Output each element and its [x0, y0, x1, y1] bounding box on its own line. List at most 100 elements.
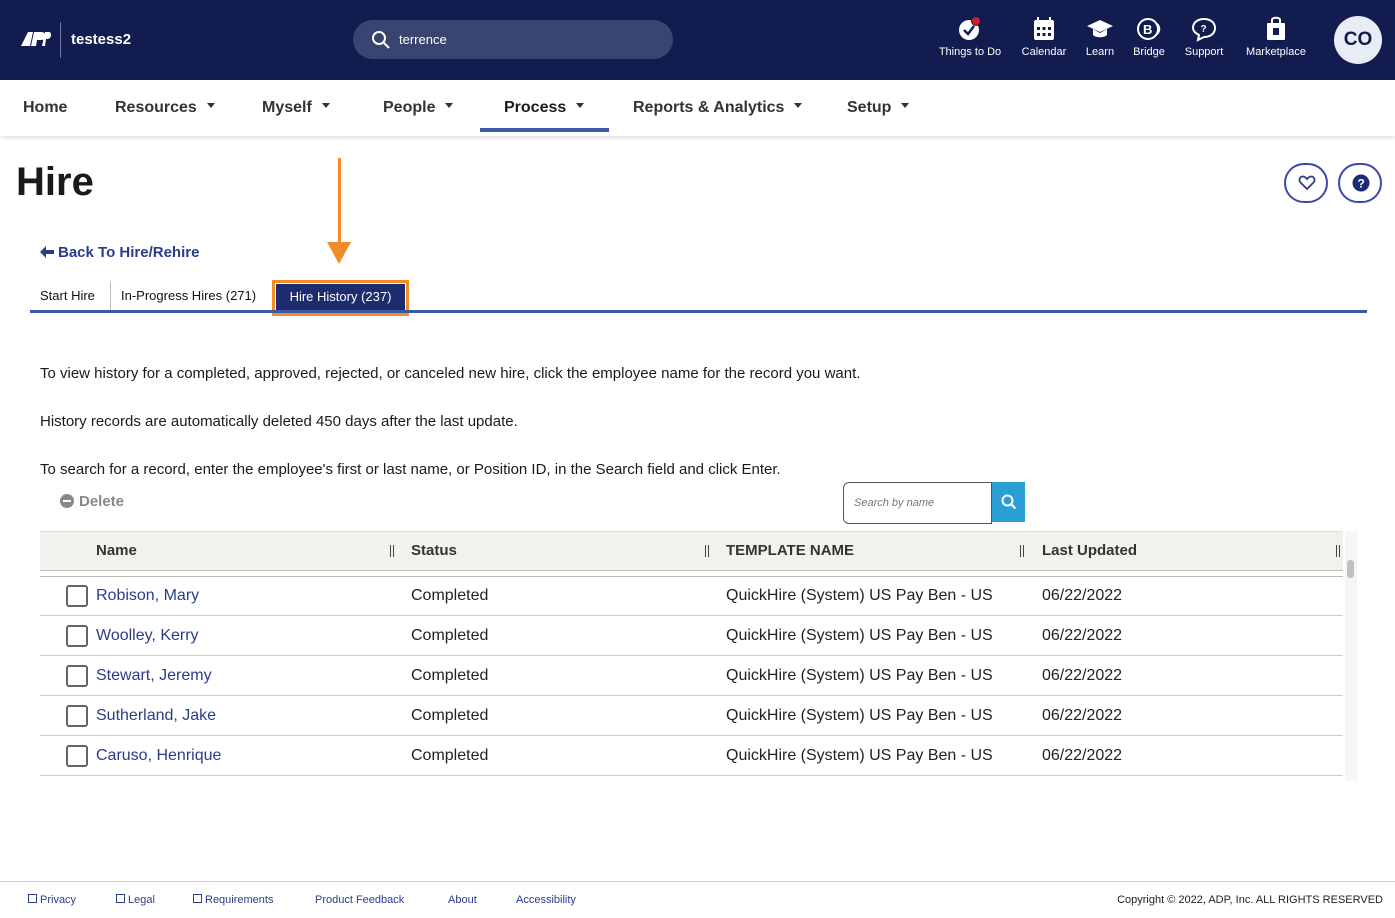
caret-down-icon	[321, 103, 330, 109]
things-to-do-button[interactable]: Things to Do	[934, 16, 1006, 66]
last-updated-cell: 06/22/2022	[1042, 587, 1123, 604]
column-resizer[interactable]	[1020, 545, 1024, 557]
employee-name-link[interactable]: Woolley, Kerry	[96, 616, 199, 656]
svg-text:?: ?	[1201, 24, 1207, 35]
nav-reports-analytics[interactable]: Reports & Analytics	[633, 80, 803, 136]
instruction-text: To view history for a completed, approve…	[40, 365, 861, 382]
tab-hire-history[interactable]: Hire History (237)	[276, 284, 405, 312]
nav-label: Reports & Analytics	[633, 99, 785, 116]
last-updated-cell: 06/22/2022	[1042, 707, 1123, 724]
caret-down-icon	[445, 103, 454, 109]
table-header: Name Status TEMPLATE NAME Last Updated	[40, 531, 1343, 571]
learn-button[interactable]: Learn	[1082, 16, 1118, 66]
status-cell: Completed	[411, 627, 489, 644]
nav-icon-label: Marketplace	[1246, 46, 1306, 58]
calendar-button[interactable]: Calendar	[1018, 16, 1070, 66]
column-header-name[interactable]: Name	[96, 532, 137, 572]
column-resizer[interactable]	[705, 545, 709, 557]
help-button[interactable]: ?	[1338, 163, 1382, 203]
row-checkbox[interactable]	[66, 745, 88, 767]
tab-start-hire[interactable]: Start Hire	[30, 282, 111, 312]
column-header-last-updated[interactable]: Last Updated	[1042, 532, 1137, 572]
caret-down-icon	[794, 103, 803, 109]
footer-link-legal[interactable]: Legal	[116, 894, 155, 906]
retention-text: History records are automatically delete…	[40, 413, 518, 430]
table-scrollbar[interactable]	[1345, 531, 1357, 781]
row-checkbox[interactable]	[66, 705, 88, 727]
user-avatar[interactable]: CO	[1334, 16, 1382, 64]
heart-icon	[1298, 175, 1316, 191]
footer-link-label: Legal	[128, 894, 155, 906]
row-checkbox[interactable]	[66, 625, 88, 647]
nav-home[interactable]: Home	[23, 80, 67, 136]
search-icon	[1001, 494, 1017, 510]
copyright-text: Copyright © 2022, ADP, Inc. ALL RIGHTS R…	[1117, 894, 1383, 906]
nav-myself[interactable]: Myself	[262, 80, 330, 136]
tab-in-progress-hires[interactable]: In-Progress Hires (271)	[121, 282, 271, 312]
nav-label: Process	[504, 99, 567, 116]
footer-link-product-feedback[interactable]: Product Feedback	[315, 894, 404, 906]
table-row: Sutherland, Jake Completed QuickHire (Sy…	[40, 696, 1343, 736]
template-cell: QuickHire (System) US Pay Ben - US	[726, 587, 993, 604]
calendar-icon	[1034, 17, 1054, 40]
column-header-status[interactable]: Status	[411, 532, 457, 572]
nav-label: People	[383, 99, 436, 116]
svg-text:B: B	[1143, 22, 1152, 37]
last-updated-cell: 06/22/2022	[1042, 667, 1123, 684]
global-search-input[interactable]	[399, 26, 659, 53]
back-to-hire-link[interactable]: Back To Hire/Rehire	[40, 244, 199, 261]
tab-label: Start Hire	[40, 288, 95, 303]
employee-name-link[interactable]: Stewart, Jeremy	[96, 656, 212, 696]
search-instruction-text: To search for a record, enter the employ…	[40, 461, 781, 478]
row-checkbox[interactable]	[66, 665, 88, 687]
support-button[interactable]: ? Support	[1180, 16, 1228, 66]
nav-resources[interactable]: Resources	[115, 80, 215, 136]
employee-name-link[interactable]: Caruso, Henrique	[96, 736, 221, 776]
employee-name-link[interactable]: Robison, Mary	[96, 576, 199, 616]
company-name: testess2	[60, 22, 131, 58]
caret-down-icon	[901, 103, 910, 109]
scrollbar-thumb[interactable]	[1347, 560, 1354, 578]
checklist-icon	[959, 16, 981, 40]
search-by-name-input[interactable]	[843, 482, 992, 524]
favorite-button[interactable]	[1284, 163, 1328, 203]
bridge-icon: B	[1137, 18, 1161, 40]
footer-link-about[interactable]: About	[448, 894, 477, 906]
nav-people[interactable]: People	[383, 80, 454, 136]
row-checkbox[interactable]	[66, 585, 88, 607]
search-submit-button[interactable]	[992, 482, 1025, 522]
tab-label: In-Progress Hires (271)	[121, 288, 257, 303]
delete-button[interactable]: Delete	[60, 492, 124, 510]
arrow-left-icon	[40, 246, 54, 258]
table-row: Robison, Mary Completed QuickHire (Syste…	[40, 576, 1343, 616]
column-resizer[interactable]	[1336, 545, 1340, 557]
column-header-template-name[interactable]: TEMPLATE NAME	[726, 532, 854, 572]
tabs-underline	[30, 310, 1367, 313]
nav-icon-label: Support	[1184, 46, 1224, 58]
table-row: Stewart, Jeremy Completed QuickHire (Sys…	[40, 656, 1343, 696]
footer-link-label: Requirements	[205, 894, 274, 906]
footer: Privacy Legal Requirements Product Feedb…	[0, 881, 1395, 918]
footer-link-privacy[interactable]: Privacy	[28, 894, 76, 906]
footer-link-label: Privacy	[40, 894, 77, 906]
footer-link-requirements[interactable]: Requirements	[193, 894, 273, 906]
column-resizer[interactable]	[390, 545, 394, 557]
active-nav-indicator	[480, 128, 609, 132]
search-icon	[372, 31, 390, 49]
adp-logo[interactable]	[17, 30, 53, 48]
global-search[interactable]	[353, 20, 673, 59]
nav-setup[interactable]: Setup	[847, 80, 910, 136]
chat-help-icon: ?	[1191, 17, 1217, 42]
back-link-label: Back To Hire/Rehire	[58, 244, 200, 261]
bridge-button[interactable]: B Bridge	[1129, 16, 1169, 66]
employee-name-link[interactable]: Sutherland, Jake	[96, 696, 216, 736]
nav-label: Resources	[115, 99, 197, 116]
main-nav: Home Resources Myself People Process Rep…	[0, 80, 1395, 136]
marketplace-button[interactable]: Marketplace	[1240, 16, 1312, 66]
template-cell: QuickHire (System) US Pay Ben - US	[726, 627, 993, 644]
status-cell: Completed	[411, 747, 489, 764]
nav-icon-label: Calendar	[1021, 46, 1067, 58]
delete-label: Delete	[79, 493, 125, 510]
footer-link-accessibility[interactable]: Accessibility	[516, 894, 576, 906]
status-cell: Completed	[411, 587, 489, 604]
